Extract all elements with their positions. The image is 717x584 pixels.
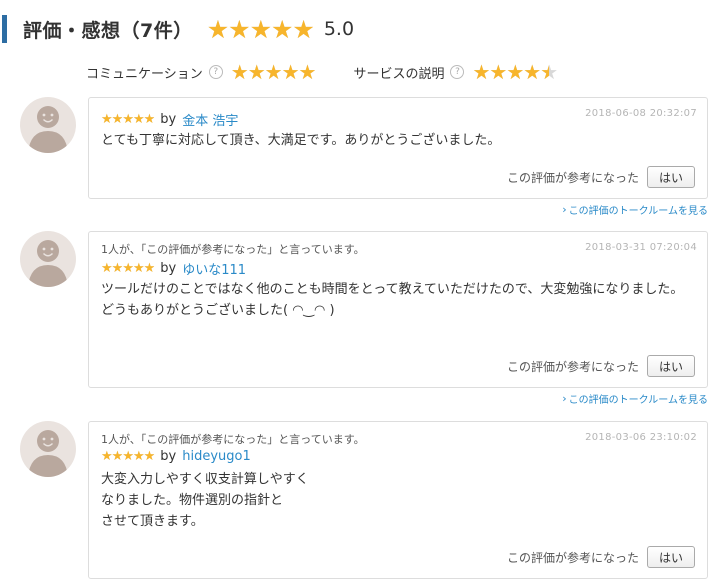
review-card: ★ ★ ★ ★ ★ ★ ★ ★ ★ ★ by 金本 浩宇 2018-06-08 20:32:07 … [88,97,708,199]
sub-rating-stars: ★★★★★★★★★★ [472,60,558,84]
star-icon: ★★ [523,60,541,84]
star-icon: ★★ [101,112,113,127]
star-icon: ★★ [101,261,113,276]
sub-rating-communication: コミュニケーション ? ★ ★ ★ ★ ★ ★ ★ ★ ★ ★ [86,60,317,84]
question-icon[interactable]: ? [450,65,465,79]
helpful-yes-button[interactable]: はい [647,546,695,568]
star-icon: ★★ [506,60,524,84]
avatar[interactable] [20,231,76,287]
star-icon: ★★ [122,112,134,127]
review-rating-stars: ★ ★ ★ ★ ★ ★ ★ ★ ★ ★ [101,112,156,127]
review-rating-stars: ★ ★ ★ ★ ★ ★ ★ ★ ★ ★ [101,261,156,276]
helpful-yes-button[interactable]: はい [647,166,695,188]
star-icon: ★★ [472,60,490,84]
star-icon: ★★ [143,112,156,127]
by-label: by [160,112,177,127]
review-body: ツールだけのことではなく他のことも時間をとって教えていただけたので、大変勉強にな… [101,279,699,321]
star-icon: ★★ [298,60,317,84]
avatar[interactable] [20,421,76,477]
review-card: 1人が、「この評価が参考になった」と言っています。 ★ ★ ★ ★ ★ ★ ★ ★ ★ ★ by … [88,231,708,388]
star-icon: ★★ [271,14,293,44]
by-label: by [160,449,177,464]
reviewer-name-link[interactable]: ゆいな111 [182,259,246,278]
review-body: とても丁寧に対応して頂き、大満足です。ありがとうございました。 [101,130,699,151]
review-date: 2018-03-06 23:10:02 [585,432,697,443]
star-icon: ★★ [111,449,124,464]
review-text: ツールだけのことではなく他のことも時間をとって教えていただけたので、大変勉強にな… [101,282,684,318]
star-icon: ★★ [111,261,124,276]
star-icon: ★★ [206,14,229,44]
helpful-label: この評価が参考になった [506,550,639,565]
reviewer-line: ★ ★ ★ ★ ★ ★ ★ ★ ★ ★ by ゆいな111 [101,259,246,278]
overall-score: 5.0 [323,18,355,40]
by-label: by [160,261,177,276]
star-icon: ★★ [111,112,124,127]
star-icon: ★★ [132,449,145,464]
sub-rating-explanation: サービスの説明 ? ★★★★★★★★★★ [353,60,558,84]
user-avatar-icon [28,430,68,477]
helpful-yes-button[interactable]: はい [647,355,695,377]
helpful-row: この評価が参考になった はい [507,546,695,568]
helpful-count-note: 1人が、「この評価が参考になった」と言っています。 [101,243,365,256]
talkroom-link[interactable]: › この評価のトークルームを見る [562,391,708,406]
review-text: 大変入力しやすく収支計算しやすく なりました。物件選別の指針と させて頂きます。 [101,472,309,529]
star-icon: ★★ [292,14,314,44]
star-icon: ★★ [122,449,134,464]
star-icon: ★★ [228,14,250,44]
star-icon: ★★ [249,14,272,44]
star-icon: ★★ [230,60,249,84]
talkroom-link-label: この評価のトークルームを見る [568,395,708,406]
star-icon: ★★ [132,261,145,276]
question-icon[interactable]: ? [208,65,223,79]
sub-rating-label: サービスの説明 [353,66,445,82]
talkroom-link-label: この評価のトークルームを見る [568,206,708,217]
user-avatar-icon [28,106,68,153]
helpful-count-note: 1人が、「この評価が参考になった」と言っています。 [101,433,365,446]
reviews-header: 評価・感想（7件） ★ ★ ★ ★ ★ ★ ★ ★ ★ ★ 5.0 [0,14,717,44]
review-card: 1人が、「この評価が参考になった」と言っています。 ★ ★ ★ ★ ★ ★ ★ ★ ★ ★ by … [88,421,708,579]
helpful-label: この評価が参考になった [506,359,639,374]
reviewer-line: ★ ★ ★ ★ ★ ★ ★ ★ ★ ★ by 金本 浩宇 [101,110,238,129]
helpful-label: この評価が参考になった [506,170,639,185]
sub-rating-stars: ★★★★★★★★★★ [230,60,317,84]
review-text: とても丁寧に対応して頂き、大満足です。ありがとうございました。 [101,133,501,148]
avatar[interactable] [20,97,76,153]
star-icon: ★★ [489,60,507,84]
user-avatar-icon [28,240,68,287]
sub-rating-label: コミュニケーション [86,66,203,82]
reviewer-name-link[interactable]: 金本 浩宇 [182,110,238,129]
sub-ratings: コミュニケーション ? ★ ★ ★ ★ ★ ★ ★ ★ ★ ★ サービスの説明 ? ★ ★ ★ ★ ★ ★ ★… [86,60,558,84]
talkroom-link[interactable]: › この評価のトークルームを見る [562,202,708,217]
star-icon: ★★ [540,60,558,84]
review-date: 2018-03-31 07:20:04 [585,242,697,253]
helpful-row: この評価が参考になった はい [507,166,695,188]
star-icon: ★★ [101,449,113,464]
star-icon: ★★ [143,449,156,464]
review-rating-stars: ★ ★ ★ ★ ★ ★ ★ ★ ★ ★ [101,449,156,464]
star-icon: ★★ [132,112,145,127]
review-date: 2018-06-08 20:32:07 [585,108,697,119]
review-body: 大変入力しやすく収支計算しやすく なりました。物件選別の指針と させて頂きます。 [101,469,699,532]
star-icon: ★★ [264,60,283,84]
star-icon: ★★ [247,60,266,84]
chevron-right-icon: › [562,203,567,216]
header-accent-bar [2,15,7,43]
star-icon: ★★ [143,261,156,276]
overall-rating-stars: ★ ★ ★ ★ ★ ★ ★ ★ ★ ★ [206,14,315,44]
reviewer-name-link[interactable]: hideyugo1 [182,449,251,464]
chevron-right-icon: › [562,392,567,405]
reviewer-line: ★ ★ ★ ★ ★ ★ ★ ★ ★ ★ by hideyugo1 [101,449,251,464]
star-icon: ★★ [281,60,300,84]
star-icon: ★★ [122,261,134,276]
reviews-title: 評価・感想（7件） [23,19,193,42]
helpful-row: この評価が参考になった はい [507,355,695,377]
